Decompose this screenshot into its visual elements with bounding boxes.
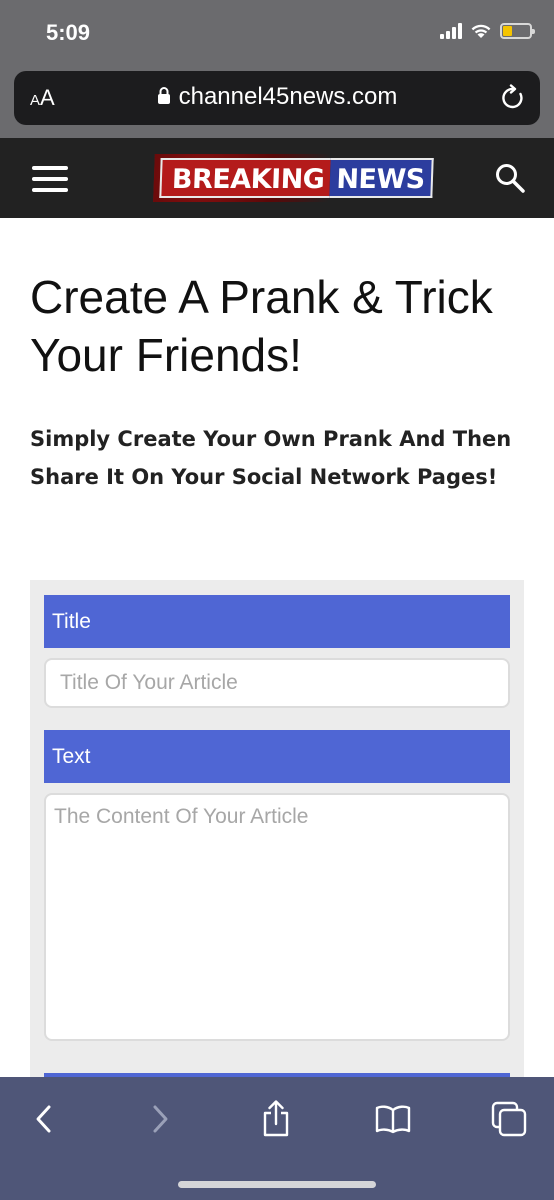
title-field-label: Title — [44, 595, 510, 648]
forward-button[interactable] — [138, 1097, 182, 1141]
url-text: channel45news.com — [178, 83, 398, 110]
back-icon — [36, 1105, 51, 1133]
page-title: Create A Prank & Trick Your Friends! — [30, 271, 493, 381]
home-indicator[interactable] — [178, 1181, 376, 1188]
share-icon — [263, 1100, 289, 1137]
site-logo[interactable]: BREAKING NEWS — [153, 154, 434, 202]
tabs-button[interactable] — [487, 1097, 531, 1141]
prank-form: Title Text — [30, 580, 524, 1103]
wifi-icon — [471, 24, 491, 38]
text-field-label: Text — [44, 730, 510, 783]
status-time: 5:09 — [46, 20, 91, 45]
search-icon[interactable] — [494, 162, 526, 194]
bookmarks-icon — [375, 1105, 411, 1134]
status-icons — [440, 22, 535, 39]
url-display[interactable]: channel45news.com — [14, 83, 540, 111]
signal-icon — [440, 22, 462, 39]
title-input[interactable] — [44, 658, 510, 708]
hamburger-menu-icon[interactable] — [32, 166, 68, 192]
logo-breaking-text: BREAKING — [159, 158, 332, 198]
site-header: BREAKING NEWS — [0, 138, 554, 218]
forward-icon — [153, 1105, 168, 1133]
battery-icon — [500, 22, 535, 39]
share-button[interactable] — [254, 1097, 298, 1141]
reload-icon[interactable] — [500, 84, 526, 112]
bookmarks-button[interactable] — [371, 1097, 415, 1141]
tabs-icon — [491, 1101, 527, 1137]
back-button[interactable] — [22, 1097, 66, 1141]
browser-chrome: 5:09 AA channel45news.com — [0, 0, 554, 138]
logo-news-text: NEWS — [329, 158, 434, 198]
lock-icon — [157, 87, 170, 105]
page-subtitle: Simply Create Your Own Prank And Then Sh… — [30, 427, 512, 489]
content-textarea[interactable] — [44, 793, 510, 1041]
url-bar[interactable]: AA channel45news.com — [14, 71, 540, 125]
